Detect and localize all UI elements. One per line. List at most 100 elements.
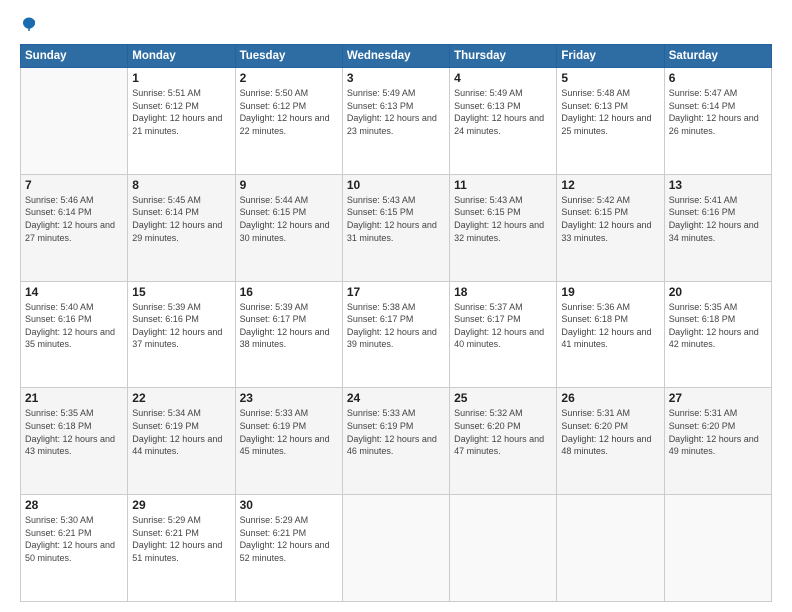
calendar-cell: 13 Sunrise: 5:41 AM Sunset: 6:16 PM Dayli… xyxy=(664,174,771,281)
day-info: Sunrise: 5:29 AM Sunset: 6:21 PM Dayligh… xyxy=(132,514,230,564)
col-header-sunday: Sunday xyxy=(21,45,128,68)
calendar-week-row: 28 Sunrise: 5:30 AM Sunset: 6:21 PM Dayli… xyxy=(21,495,772,602)
col-header-saturday: Saturday xyxy=(664,45,771,68)
col-header-monday: Monday xyxy=(128,45,235,68)
calendar-cell: 4Sunrise: 5:49 AM Sunset: 6:13 PM Daylig… xyxy=(450,68,557,175)
calendar-cell: 18 Sunrise: 5:37 AM Sunset: 6:17 PM Dayli… xyxy=(450,281,557,388)
day-info: Sunrise: 5:29 AM Sunset: 6:21 PM Dayligh… xyxy=(240,514,338,564)
calendar-cell: 10 Sunrise: 5:43 AM Sunset: 6:15 PM Dayli… xyxy=(342,174,449,281)
day-number: 16 xyxy=(240,285,338,299)
day-info: Sunrise: 5:50 AM Sunset: 6:12 PM Dayligh… xyxy=(240,87,338,137)
calendar-cell: 5Sunrise: 5:48 AM Sunset: 6:13 PM Daylig… xyxy=(557,68,664,175)
calendar-cell xyxy=(557,495,664,602)
day-number: 14 xyxy=(25,285,123,299)
day-info: Sunrise: 5:33 AM Sunset: 6:19 PM Dayligh… xyxy=(240,407,338,457)
day-info: Sunrise: 5:43 AM Sunset: 6:15 PM Dayligh… xyxy=(454,194,552,244)
day-number: 28 xyxy=(25,498,123,512)
day-info: Sunrise: 5:40 AM Sunset: 6:16 PM Dayligh… xyxy=(25,301,123,351)
col-header-friday: Friday xyxy=(557,45,664,68)
day-number: 24 xyxy=(347,391,445,405)
calendar-week-row: 7 Sunrise: 5:46 AM Sunset: 6:14 PM Daylig… xyxy=(21,174,772,281)
day-number: 10 xyxy=(347,178,445,192)
day-number: 7 xyxy=(25,178,123,192)
day-info: Sunrise: 5:44 AM Sunset: 6:15 PM Dayligh… xyxy=(240,194,338,244)
calendar-week-row: 14 Sunrise: 5:40 AM Sunset: 6:16 PM Dayli… xyxy=(21,281,772,388)
calendar-cell: 9Sunrise: 5:44 AM Sunset: 6:15 PM Daylig… xyxy=(235,174,342,281)
calendar-cell: 1 Sunrise: 5:51 AM Sunset: 6:12 PM Daylig… xyxy=(128,68,235,175)
calendar-cell: 25Sunrise: 5:32 AM Sunset: 6:20 PM Dayli… xyxy=(450,388,557,495)
day-info: Sunrise: 5:34 AM Sunset: 6:19 PM Dayligh… xyxy=(132,407,230,457)
day-number: 20 xyxy=(669,285,767,299)
day-number: 6 xyxy=(669,71,767,85)
day-number: 2 xyxy=(240,71,338,85)
day-number: 30 xyxy=(240,498,338,512)
day-info: Sunrise: 5:51 AM Sunset: 6:12 PM Dayligh… xyxy=(132,87,230,137)
calendar-header-row: SundayMondayTuesdayWednesdayThursdayFrid… xyxy=(21,45,772,68)
day-info: Sunrise: 5:46 AM Sunset: 6:14 PM Dayligh… xyxy=(25,194,123,244)
day-info: Sunrise: 5:43 AM Sunset: 6:15 PM Dayligh… xyxy=(347,194,445,244)
day-info: Sunrise: 5:32 AM Sunset: 6:20 PM Dayligh… xyxy=(454,407,552,457)
day-number: 5 xyxy=(561,71,659,85)
day-info: Sunrise: 5:35 AM Sunset: 6:18 PM Dayligh… xyxy=(25,407,123,457)
calendar-cell: 27 Sunrise: 5:31 AM Sunset: 6:20 PM Dayli… xyxy=(664,388,771,495)
calendar-week-row: 21 Sunrise: 5:35 AM Sunset: 6:18 PM Dayli… xyxy=(21,388,772,495)
calendar-cell: 15Sunrise: 5:39 AM Sunset: 6:16 PM Dayli… xyxy=(128,281,235,388)
day-number: 8 xyxy=(132,178,230,192)
day-number: 13 xyxy=(669,178,767,192)
logo xyxy=(20,16,46,34)
calendar-cell xyxy=(664,495,771,602)
col-header-thursday: Thursday xyxy=(450,45,557,68)
calendar-cell: 20 Sunrise: 5:35 AM Sunset: 6:18 PM Dayli… xyxy=(664,281,771,388)
calendar-cell: 26Sunrise: 5:31 AM Sunset: 6:20 PM Dayli… xyxy=(557,388,664,495)
day-number: 22 xyxy=(132,391,230,405)
calendar-cell: 19 Sunrise: 5:36 AM Sunset: 6:18 PM Dayli… xyxy=(557,281,664,388)
calendar-cell: 14 Sunrise: 5:40 AM Sunset: 6:16 PM Dayli… xyxy=(21,281,128,388)
day-number: 21 xyxy=(25,391,123,405)
logo-icon xyxy=(20,16,38,34)
day-number: 18 xyxy=(454,285,552,299)
day-number: 1 xyxy=(132,71,230,85)
calendar-cell: 29 Sunrise: 5:29 AM Sunset: 6:21 PM Dayli… xyxy=(128,495,235,602)
day-info: Sunrise: 5:39 AM Sunset: 6:16 PM Dayligh… xyxy=(132,301,230,351)
day-info: Sunrise: 5:39 AM Sunset: 6:17 PM Dayligh… xyxy=(240,301,338,351)
day-info: Sunrise: 5:45 AM Sunset: 6:14 PM Dayligh… xyxy=(132,194,230,244)
calendar-cell: 3 Sunrise: 5:49 AM Sunset: 6:13 PM Daylig… xyxy=(342,68,449,175)
calendar-table: SundayMondayTuesdayWednesdayThursdayFrid… xyxy=(20,44,772,602)
calendar-cell xyxy=(342,495,449,602)
day-info: Sunrise: 5:41 AM Sunset: 6:16 PM Dayligh… xyxy=(669,194,767,244)
calendar-cell xyxy=(21,68,128,175)
header xyxy=(20,16,772,34)
day-info: Sunrise: 5:35 AM Sunset: 6:18 PM Dayligh… xyxy=(669,301,767,351)
day-info: Sunrise: 5:36 AM Sunset: 6:18 PM Dayligh… xyxy=(561,301,659,351)
calendar-cell: 23 Sunrise: 5:33 AM Sunset: 6:19 PM Dayli… xyxy=(235,388,342,495)
calendar-cell: 21 Sunrise: 5:35 AM Sunset: 6:18 PM Dayli… xyxy=(21,388,128,495)
calendar-cell: 16 Sunrise: 5:39 AM Sunset: 6:17 PM Dayli… xyxy=(235,281,342,388)
day-info: Sunrise: 5:49 AM Sunset: 6:13 PM Dayligh… xyxy=(347,87,445,137)
day-number: 12 xyxy=(561,178,659,192)
day-info: Sunrise: 5:31 AM Sunset: 6:20 PM Dayligh… xyxy=(669,407,767,457)
day-number: 19 xyxy=(561,285,659,299)
day-info: Sunrise: 5:33 AM Sunset: 6:19 PM Dayligh… xyxy=(347,407,445,457)
calendar-cell: 17Sunrise: 5:38 AM Sunset: 6:17 PM Dayli… xyxy=(342,281,449,388)
day-number: 27 xyxy=(669,391,767,405)
calendar-cell xyxy=(450,495,557,602)
calendar-cell: 7 Sunrise: 5:46 AM Sunset: 6:14 PM Daylig… xyxy=(21,174,128,281)
day-info: Sunrise: 5:47 AM Sunset: 6:14 PM Dayligh… xyxy=(669,87,767,137)
col-header-tuesday: Tuesday xyxy=(235,45,342,68)
day-number: 26 xyxy=(561,391,659,405)
calendar-cell: 30 Sunrise: 5:29 AM Sunset: 6:21 PM Dayli… xyxy=(235,495,342,602)
calendar-cell: 8 Sunrise: 5:45 AM Sunset: 6:14 PM Daylig… xyxy=(128,174,235,281)
day-number: 23 xyxy=(240,391,338,405)
day-number: 3 xyxy=(347,71,445,85)
calendar-cell: 28 Sunrise: 5:30 AM Sunset: 6:21 PM Dayli… xyxy=(21,495,128,602)
calendar-cell: 22 Sunrise: 5:34 AM Sunset: 6:19 PM Dayli… xyxy=(128,388,235,495)
calendar-cell: 24 Sunrise: 5:33 AM Sunset: 6:19 PM Dayli… xyxy=(342,388,449,495)
page: SundayMondayTuesdayWednesdayThursdayFrid… xyxy=(0,0,792,612)
day-info: Sunrise: 5:30 AM Sunset: 6:21 PM Dayligh… xyxy=(25,514,123,564)
col-header-wednesday: Wednesday xyxy=(342,45,449,68)
day-info: Sunrise: 5:42 AM Sunset: 6:15 PM Dayligh… xyxy=(561,194,659,244)
day-info: Sunrise: 5:37 AM Sunset: 6:17 PM Dayligh… xyxy=(454,301,552,351)
calendar-cell: 2 Sunrise: 5:50 AM Sunset: 6:12 PM Daylig… xyxy=(235,68,342,175)
calendar-cell: 6 Sunrise: 5:47 AM Sunset: 6:14 PM Daylig… xyxy=(664,68,771,175)
day-number: 29 xyxy=(132,498,230,512)
